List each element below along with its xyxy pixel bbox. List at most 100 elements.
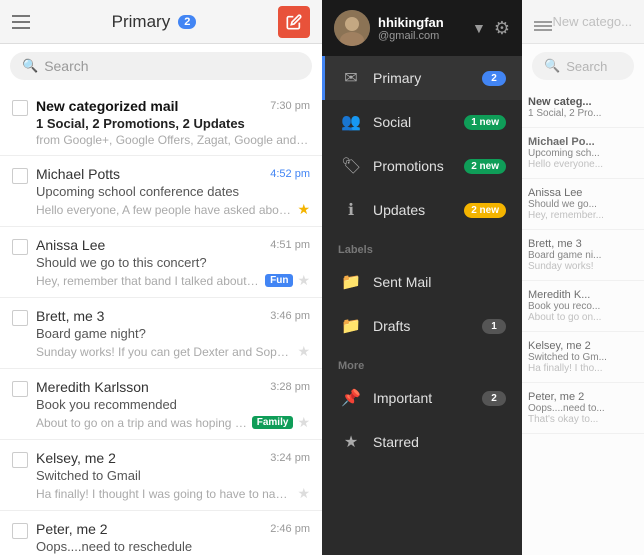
promotions-icon: 🏷 bbox=[341, 156, 361, 176]
nav-item-primary[interactable]: ✉Primary2 bbox=[322, 56, 522, 100]
email-time: 3:28 pm bbox=[270, 381, 310, 393]
email-content: Brett, me 3 3:46 pm Board game night? Sunda… bbox=[36, 308, 310, 360]
email-list: New categorized mail 7:30 pm 1 Social, 2 P… bbox=[0, 88, 322, 555]
email-sender: Michael Potts bbox=[36, 166, 120, 182]
email-content: Peter, me 2 2:46 pm Oops....need to resche… bbox=[36, 521, 310, 555]
email-item[interactable]: New categorized mail 7:30 pm 1 Social, 2 P… bbox=[0, 88, 322, 156]
more-icon: ★ bbox=[341, 432, 361, 452]
nav-badge: 2 new bbox=[464, 159, 506, 174]
email-time: 7:30 pm bbox=[270, 100, 310, 112]
nav-label: Promotions bbox=[373, 158, 452, 174]
nav-badge: 2 new bbox=[464, 203, 506, 218]
email-sender: New categorized mail bbox=[36, 98, 178, 114]
right-header: New catego... bbox=[522, 0, 644, 44]
email-item[interactable]: Anissa Lee 4:51 pm Should we go to this co… bbox=[0, 227, 322, 298]
email-time: 4:51 pm bbox=[270, 239, 310, 251]
hamburger-button[interactable] bbox=[12, 15, 30, 29]
email-sender: Peter, me 2 bbox=[36, 521, 108, 537]
dropdown-panel: hhikingfan @gmail.com ▼ ⚙ ✉Primary2 👥 Soci… bbox=[322, 0, 522, 555]
nav-item-promotions[interactable]: 🏷 Promotions 2 new bbox=[322, 144, 522, 188]
email-checkbox[interactable] bbox=[12, 168, 28, 184]
email-checkbox[interactable] bbox=[12, 452, 28, 468]
email-preview: Hello everyone, A few people have asked … bbox=[36, 203, 293, 217]
email-item[interactable]: Brett, me 3 3:46 pm Board game night? Sunda… bbox=[0, 298, 322, 369]
email-content: New categorized mail 7:30 pm 1 Social, 2 P… bbox=[36, 98, 310, 147]
more-badge: 2 bbox=[482, 391, 506, 406]
email-item[interactable]: Peter, me 2 2:46 pm Oops....need to resche… bbox=[0, 511, 322, 555]
email-tag: Family bbox=[252, 416, 294, 429]
email-preview: Hey, remember that band I talked about? … bbox=[36, 274, 261, 288]
avatar bbox=[334, 10, 370, 46]
email-sender: Brett, me 3 bbox=[36, 308, 104, 324]
email-subject: Upcoming school conference dates bbox=[36, 184, 310, 199]
header-badge: 2 bbox=[178, 15, 196, 29]
email-sender: Anissa Lee bbox=[36, 237, 105, 253]
nav-item-social[interactable]: 👥 Social 1 new bbox=[322, 100, 522, 144]
settings-icon[interactable]: ⚙ bbox=[494, 18, 510, 39]
email-preview: Ha finally! I thought I was going to hav… bbox=[36, 487, 293, 501]
email-preview: from Google+, Google Offers, Zagat, Goog… bbox=[36, 133, 310, 147]
right-panel: New catego... 🔍 Search New categ... 1 So… bbox=[522, 0, 644, 555]
nav-items: ✉Primary2👥Social1 new🏷Promotions2 newℹUp… bbox=[322, 56, 522, 232]
more-item-starred[interactable]: ★ Starred bbox=[322, 420, 522, 464]
main-header: Primary 2 bbox=[0, 0, 322, 44]
email-item[interactable]: Michael Potts 4:52 pm Upcoming school conf… bbox=[0, 156, 322, 227]
left-panel: Primary 2 🔍 Search New categorized mail 7… bbox=[0, 0, 322, 555]
email-time: 4:52 pm bbox=[270, 168, 310, 180]
email-item[interactable]: Kelsey, me 2 3:24 pm Switched to Gmail Ha f… bbox=[0, 440, 322, 511]
search-icon: 🔍 bbox=[22, 58, 38, 74]
email-subject: Should we go to this concert? bbox=[36, 255, 310, 270]
account-info: hhikingfan @gmail.com bbox=[378, 15, 464, 42]
email-checkbox[interactable] bbox=[12, 523, 28, 539]
email-sender: Kelsey, me 2 bbox=[36, 450, 116, 466]
compose-button[interactable] bbox=[278, 6, 310, 38]
email-content: Anissa Lee 4:51 pm Should we go to this co… bbox=[36, 237, 310, 289]
email-subject: Switched to Gmail bbox=[36, 468, 310, 483]
email-time: 3:46 pm bbox=[270, 310, 310, 322]
email-content: Meredith Karlsson3:28 pmBook you recomme… bbox=[36, 379, 310, 431]
nav-badge: 1 new bbox=[464, 115, 506, 130]
email-checkbox[interactable] bbox=[12, 239, 28, 255]
more-label: Important bbox=[373, 390, 470, 406]
more-items: 📌 Important 2 ★ Starred bbox=[322, 376, 522, 464]
star-icon[interactable]: ★ bbox=[297, 201, 310, 218]
star-icon[interactable]: ★ bbox=[297, 272, 310, 289]
star-icon[interactable]: ★ bbox=[297, 343, 310, 360]
star-icon[interactable]: ★ bbox=[297, 414, 310, 431]
email-tag: Fun bbox=[265, 274, 293, 287]
email-time: 2:46 pm bbox=[270, 523, 310, 535]
email-checkbox[interactable] bbox=[12, 310, 28, 326]
email-subject: Board game night? bbox=[36, 326, 310, 341]
label-item-sent-mail[interactable]: 📁 Sent Mail bbox=[322, 260, 522, 304]
nav-badge: 2 bbox=[482, 71, 506, 86]
label-items: 📁 Sent Mail 📁Drafts1 bbox=[322, 260, 522, 348]
email-subject: Book you recommended bbox=[36, 397, 310, 412]
primary-icon: ✉ bbox=[341, 68, 361, 88]
search-bar[interactable]: 🔍 Search bbox=[10, 52, 312, 80]
dropdown-arrow-icon[interactable]: ▼ bbox=[472, 20, 486, 36]
more-section-title: More bbox=[322, 348, 522, 376]
label-icon: 📁 bbox=[341, 316, 361, 336]
more-icon: 📌 bbox=[341, 388, 361, 408]
email-item[interactable]: Meredith Karlsson3:28 pmBook you recomme… bbox=[0, 369, 322, 440]
email-time: 3:24 pm bbox=[270, 452, 310, 464]
email-preview: Sunday works! If you can get Dexter and … bbox=[36, 345, 293, 359]
more-label: Starred bbox=[373, 434, 506, 450]
social-icon: 👥 bbox=[341, 112, 361, 132]
email-subject: 1 Social, 2 Promotions, 2 Updates bbox=[36, 116, 310, 131]
star-icon[interactable]: ★ bbox=[297, 485, 310, 502]
label-badge: 1 bbox=[482, 319, 506, 334]
label-icon: 📁 bbox=[341, 272, 361, 292]
more-item-important[interactable]: 📌 Important 2 bbox=[322, 376, 522, 420]
label-name: Sent Mail bbox=[373, 274, 506, 290]
nav-item-updates[interactable]: ℹUpdates2 new bbox=[322, 188, 522, 232]
nav-label: Social bbox=[373, 114, 452, 130]
email-content: Kelsey, me 2 3:24 pm Switched to Gmail Ha f… bbox=[36, 450, 310, 502]
email-content: Michael Potts 4:52 pm Upcoming school conf… bbox=[36, 166, 310, 218]
account-name: hhikingfan bbox=[378, 15, 464, 30]
email-checkbox[interactable] bbox=[12, 100, 28, 116]
search-placeholder: Search bbox=[44, 58, 88, 74]
email-checkbox[interactable] bbox=[12, 381, 28, 397]
label-item-drafts[interactable]: 📁Drafts1 bbox=[322, 304, 522, 348]
email-subject: Oops....need to reschedule bbox=[36, 539, 310, 554]
